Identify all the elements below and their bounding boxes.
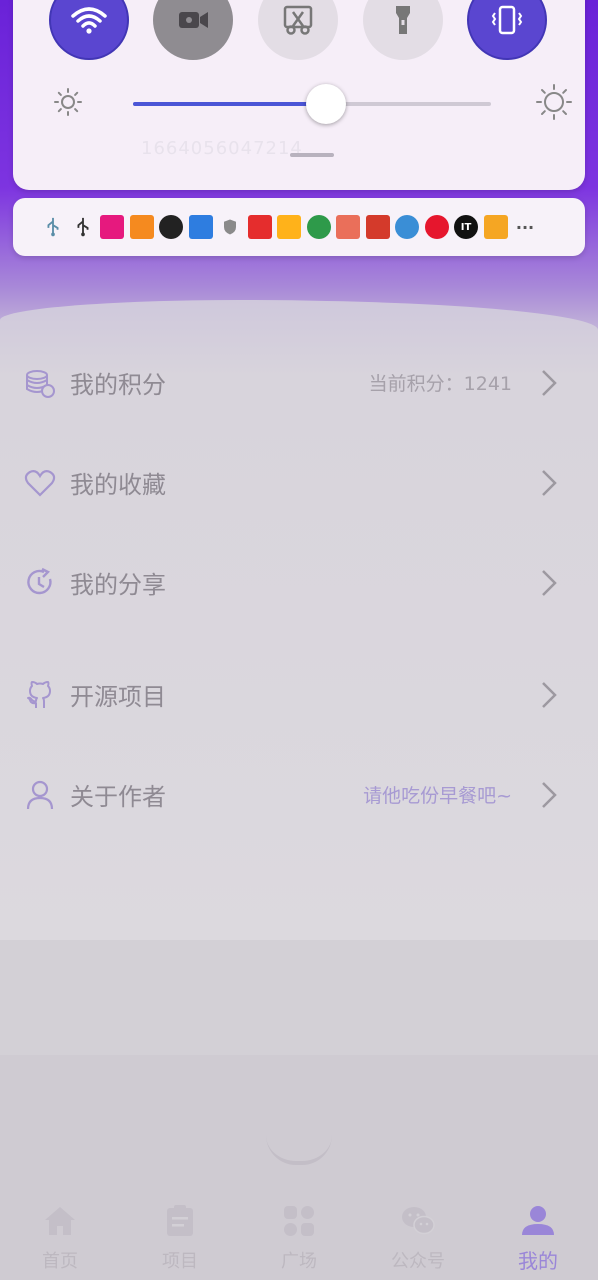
app-icon-orange xyxy=(277,215,301,239)
app-icon-red2 xyxy=(365,215,390,239)
ithome-icon: IT xyxy=(454,215,478,239)
menu-item-label: 我的积分 xyxy=(70,371,166,399)
user-icon xyxy=(26,780,54,810)
shield-icon xyxy=(218,215,242,239)
video-camera-icon xyxy=(179,12,208,28)
menu-item-label: 我的收藏 xyxy=(70,471,166,499)
donate-hint: 请他吃份早餐吧~ xyxy=(363,785,512,807)
tab-home[interactable]: 首页 xyxy=(0,1195,120,1280)
screenshot-toggle[interactable] xyxy=(258,0,338,60)
chrome-icon xyxy=(306,215,331,239)
tab-label: 我的 xyxy=(518,1249,558,1273)
coins-icon xyxy=(26,370,55,398)
camera-lens-icon xyxy=(159,215,183,239)
brightness-slider[interactable] xyxy=(53,83,573,129)
play-icon xyxy=(129,215,154,239)
menu-item-about-author[interactable]: 关于作者 请他吃份早餐吧~ xyxy=(0,755,598,835)
brightness-high-icon xyxy=(536,84,572,120)
tab-wechat[interactable]: 公众号 xyxy=(358,1195,478,1280)
home-icon xyxy=(45,1207,75,1235)
flashlight-toggle[interactable] xyxy=(363,0,443,60)
tab-label: 首页 xyxy=(42,1251,78,1272)
scissors-icon xyxy=(283,5,313,35)
usb-icon xyxy=(41,215,65,239)
weibo-icon xyxy=(424,215,449,239)
brightness-low-icon xyxy=(54,88,82,116)
menu-item-open-source[interactable]: 开源项目 xyxy=(0,655,598,735)
share-icon xyxy=(27,567,52,595)
person-icon xyxy=(522,1206,554,1235)
tab-projects[interactable]: 项目 xyxy=(120,1195,240,1280)
chevron-right-icon xyxy=(542,682,557,708)
more-icon: ··· xyxy=(515,217,535,237)
app-icon-red xyxy=(247,215,272,239)
notification-icon-strip[interactable]: IT ··· xyxy=(13,198,585,256)
menu-item-label: 我的分享 xyxy=(70,571,166,599)
menu-item-label: 开源项目 xyxy=(70,683,166,711)
points-value: 当前积分：1241 xyxy=(368,373,512,395)
compass-icon xyxy=(395,215,419,239)
wechat-icon xyxy=(402,1207,435,1235)
github-icon xyxy=(27,681,51,708)
vibrate-toggle[interactable] xyxy=(467,0,547,60)
chevron-right-icon xyxy=(542,570,557,596)
wifi-icon xyxy=(71,7,107,34)
app-icon-yellow xyxy=(483,215,508,239)
screen-record-toggle[interactable] xyxy=(153,0,233,60)
tab-square[interactable]: 广场 xyxy=(239,1195,359,1280)
brightness-thumb[interactable] xyxy=(306,84,347,124)
faint-text: 1664056047214 xyxy=(141,138,303,159)
tab-label: 广场 xyxy=(281,1251,317,1272)
heart-icon xyxy=(24,470,56,497)
chevron-right-icon xyxy=(542,370,557,396)
app-icon-pink xyxy=(100,215,124,239)
vibrate-icon xyxy=(491,5,523,35)
menu-item-favorites[interactable]: 我的收藏 xyxy=(0,443,598,523)
flashlight-icon xyxy=(396,6,410,34)
tab-label: 项目 xyxy=(162,1251,198,1272)
grid-icon xyxy=(284,1206,314,1236)
panel-drag-handle[interactable] xyxy=(290,153,334,157)
brightness-fill xyxy=(133,102,327,106)
tab-label: 公众号 xyxy=(391,1251,445,1272)
menu-item-shares[interactable]: 我的分享 xyxy=(0,543,598,623)
bottom-navigation: 首页 项目 广场 公众号 我的 xyxy=(0,1195,598,1280)
usb-icon xyxy=(71,215,95,239)
jianshu-icon xyxy=(336,215,360,239)
clipboard-icon xyxy=(167,1205,193,1236)
chevron-right-icon xyxy=(542,782,557,808)
quick-settings-panel: 1664056047214 xyxy=(13,0,585,190)
menu-item-points[interactable]: 我的积分 当前积分：1241 xyxy=(0,343,598,423)
zhihu-icon xyxy=(188,215,213,239)
wifi-toggle[interactable] xyxy=(49,0,129,60)
chevron-right-icon xyxy=(542,470,557,496)
menu-item-label: 关于作者 xyxy=(70,783,166,811)
tab-mine[interactable]: 我的 xyxy=(478,1195,598,1280)
